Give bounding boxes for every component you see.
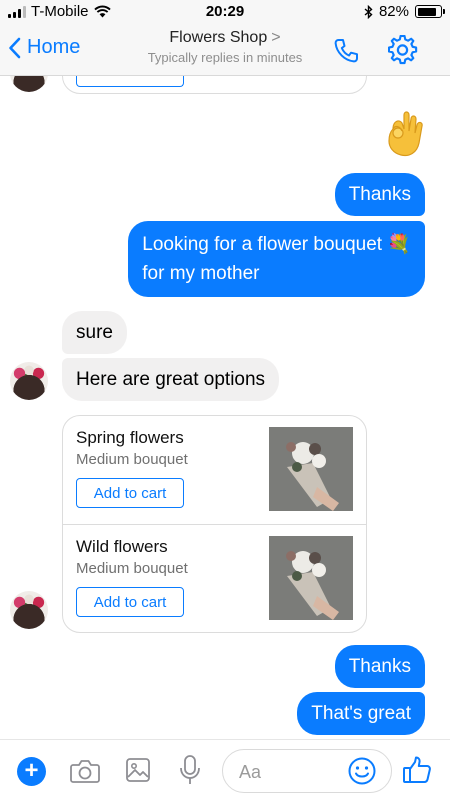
previous-add-to-cart-button[interactable] <box>76 76 184 87</box>
add-to-cart-button[interactable]: Add to cart <box>76 587 184 617</box>
ok-hand-emoji <box>388 111 423 157</box>
add-to-cart-button[interactable]: Add to cart <box>76 478 184 508</box>
product-item: Wild flowers Medium bouquet Add to cart <box>63 524 366 632</box>
battery-icon <box>415 5 445 18</box>
reply-status: Typically replies in minutes <box>147 50 303 65</box>
microphone-icon[interactable] <box>179 754 201 786</box>
product-subtitle: Medium bouquet <box>76 560 188 577</box>
phone-icon[interactable] <box>332 37 360 65</box>
product-image[interactable] <box>269 427 353 511</box>
plus-icon[interactable]: + <box>17 757 46 786</box>
status-bar: T-Mobile 20:29 82% <box>0 0 450 24</box>
back-label: Home <box>27 36 81 58</box>
message-in-sure[interactable]: sure <box>62 311 127 354</box>
shop-avatar <box>10 591 48 629</box>
shop-avatar <box>10 362 48 400</box>
composer-bar: + <box>0 739 450 800</box>
battery-fill <box>417 7 436 16</box>
message-out-thanks[interactable]: Thanks <box>334 645 425 688</box>
chevron-left-icon <box>9 37 21 58</box>
product-item: Spring flowers Medium bouquet Add to car… <box>63 416 366 524</box>
conversation-title: Flowers Shop > <box>120 29 330 47</box>
message-input-field[interactable] <box>222 749 392 793</box>
emoji-icon[interactable] <box>347 756 377 786</box>
product-list-card: Spring flowers Medium bouquet Add to car… <box>62 415 367 633</box>
product-title: Wild flowers <box>76 537 168 556</box>
camera-icon[interactable] <box>70 758 100 784</box>
bouquet-image <box>269 536 353 620</box>
nav-bar: Home Flowers Shop > Typically replies in … <box>0 24 450 76</box>
back-button[interactable]: Home <box>8 36 80 59</box>
battery-percent: 82% <box>378 3 409 20</box>
message-out-thanks[interactable]: Thanks <box>334 173 425 216</box>
message-out-bouquet[interactable]: Looking for a flower bouquet 💐 for my mo… <box>128 221 425 297</box>
message-line-2: for my mother <box>142 263 260 284</box>
product-title: Spring flowers <box>76 428 184 447</box>
product-image[interactable] <box>269 536 353 620</box>
message-line-1: Looking for a flower bouquet 💐 <box>142 234 411 255</box>
product-subtitle: Medium bouquet <box>76 451 188 468</box>
message-in-options[interactable]: Here are great options <box>62 358 280 401</box>
thumbs-up-icon[interactable] <box>402 755 432 785</box>
bouquet-image <box>269 427 353 511</box>
message-input[interactable] <box>239 760 339 784</box>
conversation-header[interactable]: Flowers Shop > Typically replies in minut… <box>120 29 330 65</box>
status-right: 82% <box>364 3 445 20</box>
bluetooth-icon <box>364 4 373 19</box>
image-icon[interactable] <box>125 757 151 783</box>
previous-product-card <box>62 76 367 94</box>
chat-thread[interactable]: Thanks Looking for a flower bouquet 💐 fo… <box>0 76 450 739</box>
gear-icon[interactable] <box>388 35 418 65</box>
shop-avatar <box>10 76 48 92</box>
chevron-right-icon: > <box>271 29 281 46</box>
message-out-great[interactable]: That's great <box>297 692 425 735</box>
shop-name: Flowers Shop <box>169 29 268 46</box>
